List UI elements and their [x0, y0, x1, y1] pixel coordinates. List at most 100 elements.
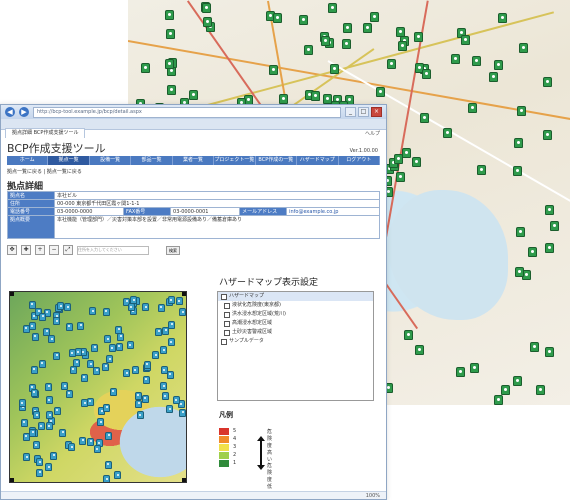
- location-marker-icon[interactable]: [103, 404, 110, 412]
- location-marker-icon[interactable]: [398, 41, 407, 51]
- location-marker-icon[interactable]: [93, 367, 100, 375]
- back-icon[interactable]: ◀: [5, 107, 15, 117]
- location-marker-icon[interactable]: [161, 366, 168, 374]
- location-marker-icon[interactable]: [472, 56, 481, 66]
- hazard-map-view[interactable]: [9, 291, 187, 483]
- location-marker-icon[interactable]: [43, 328, 50, 336]
- location-marker-icon[interactable]: [299, 15, 308, 25]
- location-marker-icon[interactable]: [165, 59, 174, 69]
- location-marker-icon[interactable]: [66, 323, 73, 331]
- location-marker-icon[interactable]: [376, 87, 385, 97]
- location-marker-icon[interactable]: [110, 388, 117, 396]
- location-marker-icon[interactable]: [59, 429, 66, 437]
- location-marker-icon[interactable]: [519, 43, 528, 53]
- location-marker-icon[interactable]: [513, 166, 522, 176]
- location-marker-icon[interactable]: [144, 361, 151, 369]
- layer-item[interactable]: 高潮浸水想定区域: [218, 319, 373, 328]
- location-marker-icon[interactable]: [167, 85, 176, 95]
- location-marker-icon[interactable]: [106, 355, 113, 363]
- location-marker-icon[interactable]: [45, 383, 52, 391]
- zoom-in-icon[interactable]: +: [35, 245, 45, 255]
- location-marker-icon[interactable]: [394, 154, 403, 164]
- location-marker-icon[interactable]: [94, 445, 101, 453]
- location-marker-icon[interactable]: [23, 453, 30, 461]
- search-button[interactable]: 検索: [166, 246, 180, 255]
- location-marker-icon[interactable]: [36, 458, 43, 466]
- location-marker-icon[interactable]: [142, 303, 149, 311]
- location-marker-icon[interactable]: [498, 13, 507, 23]
- menu-item[interactable]: 拠点一覧: [48, 156, 89, 165]
- location-marker-icon[interactable]: [543, 77, 552, 87]
- resize-handle[interactable]: [10, 478, 14, 482]
- location-marker-icon[interactable]: [103, 475, 110, 483]
- location-marker-icon[interactable]: [57, 302, 64, 310]
- menu-item[interactable]: プロジェクト一覧: [214, 156, 255, 165]
- address-bar[interactable]: http://bcp-tool.example.jp/bcp/detail.as…: [33, 107, 341, 118]
- location-marker-icon[interactable]: [160, 346, 167, 354]
- resize-handle[interactable]: [10, 292, 14, 296]
- layer-checkbox[interactable]: [224, 330, 230, 336]
- location-marker-icon[interactable]: [269, 65, 278, 75]
- location-marker-icon[interactable]: [370, 12, 379, 22]
- location-marker-icon[interactable]: [46, 396, 53, 404]
- location-marker-icon[interactable]: [470, 363, 479, 373]
- location-marker-icon[interactable]: [19, 399, 26, 407]
- location-marker-icon[interactable]: [53, 317, 60, 325]
- menu-item[interactable]: 部品一覧: [131, 156, 172, 165]
- layer-checkbox[interactable]: [224, 303, 230, 309]
- location-marker-icon[interactable]: [116, 343, 123, 351]
- layer-checkbox[interactable]: [224, 312, 230, 318]
- location-marker-icon[interactable]: [165, 10, 174, 20]
- location-marker-icon[interactable]: [273, 13, 282, 23]
- location-marker-icon[interactable]: [23, 325, 30, 333]
- email-link[interactable]: info@example.co.jp: [287, 208, 380, 216]
- location-marker-icon[interactable]: [328, 3, 337, 13]
- zoom-out-icon[interactable]: −: [49, 245, 59, 255]
- location-marker-icon[interactable]: [168, 338, 175, 346]
- layer-checkbox[interactable]: [224, 321, 230, 327]
- location-marker-icon[interactable]: [79, 437, 86, 445]
- location-marker-icon[interactable]: [550, 221, 559, 231]
- fullscreen-icon[interactable]: ⤢: [63, 245, 73, 255]
- location-marker-icon[interactable]: [545, 205, 554, 215]
- location-marker-icon[interactable]: [87, 438, 94, 446]
- location-marker-icon[interactable]: [33, 441, 40, 449]
- location-marker-icon[interactable]: [451, 54, 460, 64]
- location-marker-icon[interactable]: [117, 333, 124, 341]
- location-marker-icon[interactable]: [396, 27, 405, 37]
- location-marker-icon[interactable]: [114, 471, 121, 479]
- location-marker-icon[interactable]: [330, 64, 339, 74]
- layer-checkbox[interactable]: [221, 294, 227, 300]
- location-marker-icon[interactable]: [415, 345, 424, 355]
- location-marker-icon[interactable]: [342, 39, 351, 49]
- location-marker-icon[interactable]: [77, 322, 84, 330]
- location-marker-icon[interactable]: [155, 328, 162, 336]
- location-marker-icon[interactable]: [33, 411, 40, 419]
- location-marker-icon[interactable]: [404, 330, 413, 340]
- location-marker-icon[interactable]: [304, 45, 313, 55]
- location-marker-icon[interactable]: [516, 227, 525, 237]
- location-marker-icon[interactable]: [363, 23, 372, 33]
- location-marker-icon[interactable]: [543, 130, 552, 140]
- location-marker-icon[interactable]: [61, 382, 68, 390]
- location-marker-icon[interactable]: [402, 148, 411, 158]
- layer-item[interactable]: サンプルデータ: [218, 337, 373, 346]
- sub-navigation[interactable]: 拠点一覧に戻る | 拠点一覧に戻る: [7, 168, 380, 175]
- location-marker-icon[interactable]: [105, 432, 112, 440]
- location-marker-icon[interactable]: [166, 405, 173, 413]
- location-marker-icon[interactable]: [162, 392, 169, 400]
- location-marker-icon[interactable]: [321, 36, 330, 46]
- location-marker-icon[interactable]: [461, 35, 470, 45]
- location-marker-icon[interactable]: [81, 399, 88, 407]
- location-marker-icon[interactable]: [21, 419, 28, 427]
- location-marker-icon[interactable]: [29, 322, 36, 330]
- location-marker-icon[interactable]: [109, 344, 116, 352]
- location-marker-icon[interactable]: [102, 363, 109, 371]
- location-marker-icon[interactable]: [137, 411, 144, 419]
- location-marker-icon[interactable]: [53, 352, 60, 360]
- location-marker-icon[interactable]: [38, 422, 45, 430]
- location-marker-icon[interactable]: [545, 347, 554, 357]
- location-marker-icon[interactable]: [158, 304, 165, 312]
- location-marker-icon[interactable]: [103, 308, 110, 316]
- location-marker-icon[interactable]: [494, 60, 503, 70]
